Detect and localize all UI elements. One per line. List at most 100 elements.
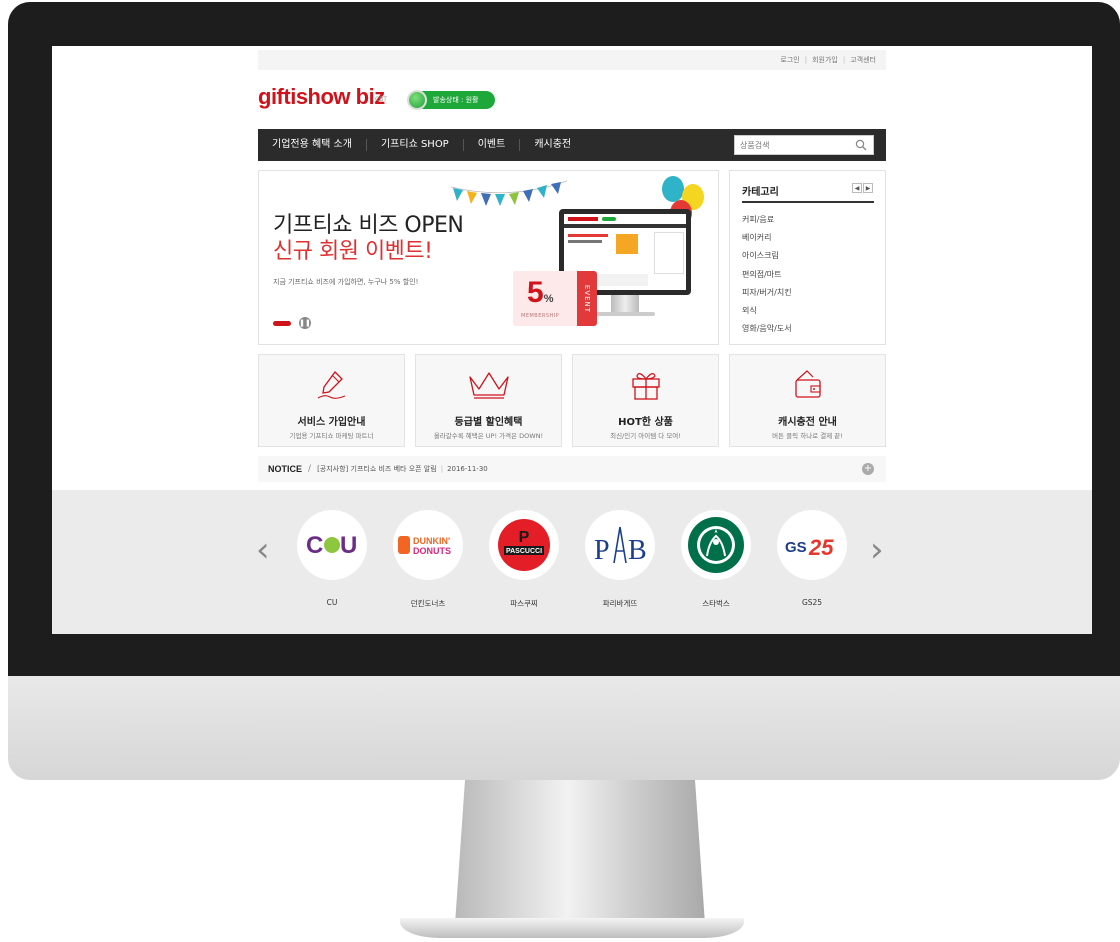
chevron-right-icon[interactable]: › xyxy=(870,530,884,570)
brand-carousel: ‹ › C U CU DUNKIN' DONUTS 던킨도너츠 P PASCUC… xyxy=(52,490,1092,634)
starbucks-logo xyxy=(681,510,751,580)
coupon-side: EVENT xyxy=(577,271,597,326)
pause-icon[interactable]: ❚❚ xyxy=(299,317,311,329)
svg-text:DONUTS: DONUTS xyxy=(413,546,451,556)
brand-gs25[interactable]: GS 25 GS25 xyxy=(772,510,852,607)
paris-baguette-logo: P B xyxy=(585,510,655,580)
service-title: 등급별 할인혜택 xyxy=(454,417,523,428)
slide-indicator[interactable] xyxy=(273,320,291,326)
delivery-status-badge: 발송상태 : 원활 xyxy=(407,90,495,110)
membership-coupon: 5% MEMBERSHIP EVENT xyxy=(513,271,597,326)
svg-text:B: B xyxy=(628,535,647,566)
screen: 로그인 | 회원가입 | 고객센터 giftishow biz CBT 발송상태… xyxy=(52,46,1092,634)
brand-label: 파리바게뜨 xyxy=(602,599,638,608)
monitor-stand xyxy=(455,780,705,924)
status-dot-icon xyxy=(407,90,427,110)
cu-logo: C U xyxy=(297,510,367,580)
chevron-left-icon[interactable]: ◀ xyxy=(852,183,862,193)
gs25-logo: GS 25 xyxy=(777,510,847,580)
search-input[interactable] xyxy=(735,139,852,151)
monitor-mockup-base xyxy=(595,312,655,316)
brand-starbucks[interactable]: 스타벅스 xyxy=(676,510,756,609)
category-pager: ◀ ▶ xyxy=(852,183,873,193)
svg-text:GS: GS xyxy=(785,539,807,556)
brand-label: GS25 xyxy=(801,598,823,607)
search-box xyxy=(734,135,874,155)
service-title: 서비스 가입안내 xyxy=(297,417,366,428)
category-item[interactable]: 피자/버거/치킨 xyxy=(742,284,792,302)
service-subtitle: 최신/인기 아이템 다 모여! xyxy=(610,432,681,440)
pascucci-logo: P PASCUCCI xyxy=(489,510,559,580)
category-panel: 카테고리 ◀ ▶ 커피/음료 베이커리 아이스크림 편의점/마트 피자/버거/치… xyxy=(729,170,886,345)
brand-label: 던킨도너츠 xyxy=(410,599,446,608)
brand-label: CU xyxy=(326,598,338,607)
monitor-chin xyxy=(8,676,1120,780)
service-hot-card[interactable]: HOT한 상품 최신/인기 아이템 다 모여! xyxy=(572,354,719,447)
category-title: 카테고리 xyxy=(742,187,779,198)
notice-link[interactable]: [공지사항] 기프티쇼 비즈 베타 오픈 알림 xyxy=(317,464,437,474)
service-title: 캐시충전 안내 xyxy=(778,417,837,428)
cbt-badge: CBT xyxy=(375,96,387,103)
notice-bar: NOTICE / [공지사항] 기프티쇼 비즈 베타 오픈 알림 | 2016-… xyxy=(258,456,886,482)
utility-bar: 로그인 | 회원가입 | 고객센터 xyxy=(258,50,886,70)
category-item[interactable]: 편의점/마트 xyxy=(742,266,792,284)
search-icon[interactable] xyxy=(855,139,867,151)
coupon-label: MEMBERSHIP xyxy=(521,313,560,319)
svg-text:PASCUCCI: PASCUCCI xyxy=(506,548,542,555)
nav-item-cash[interactable]: 캐시충전 xyxy=(520,139,585,151)
category-item[interactable]: 외식 xyxy=(742,302,792,320)
category-item[interactable]: 영화/음악/도서 xyxy=(742,320,792,338)
monitor-mockup-stand xyxy=(611,295,639,313)
plus-icon[interactable]: + xyxy=(862,463,874,475)
gift-icon xyxy=(631,373,660,400)
brand-label: 스타벅스 xyxy=(702,599,730,608)
monitor-stand-base xyxy=(400,918,744,938)
pen-icon xyxy=(317,371,345,399)
customer-center-link[interactable]: 고객센터 xyxy=(850,55,876,65)
svg-text:U: U xyxy=(340,532,357,559)
signup-link[interactable]: 회원가입 xyxy=(812,55,838,65)
category-item[interactable]: 아이스크림 xyxy=(742,247,792,265)
brand-paris-baguette[interactable]: P B 파리바게뜨 xyxy=(580,510,660,609)
coupon-unit: % xyxy=(543,293,554,305)
category-list: 커피/음료 베이커리 아이스크림 편의점/마트 피자/버거/치킨 외식 영화/음… xyxy=(742,211,792,338)
status-label: 발송상태 : 원활 xyxy=(433,96,479,104)
event-banner[interactable]: 기프티쇼 비즈 OPEN 신규 회원 이벤트! 지금 기프티쇼 비즈에 가입하면… xyxy=(258,170,719,345)
chevron-right-icon[interactable]: ▶ xyxy=(863,183,873,193)
bunting-icon xyxy=(450,180,568,206)
banner-description: 지금 기프티쇼 비즈에 가입하면, 누구나 5% 할인! xyxy=(273,278,419,286)
notice-date: 2016-11-30 xyxy=(447,465,488,473)
service-signup-card[interactable]: 서비스 가입안내 기업용 기프티쇼 마케팅 파트너 xyxy=(258,354,405,447)
login-link[interactable]: 로그인 xyxy=(780,55,799,65)
notice-label: NOTICE xyxy=(268,464,303,474)
main-nav: 기업전용 혜택 소개 기프티쇼 SHOP 이벤트 캐시충전 xyxy=(258,129,886,161)
crown-icon xyxy=(468,372,509,399)
service-subtitle: 버튼 클릭 하나로 결제 끝! xyxy=(772,432,843,440)
nav-item-benefits[interactable]: 기업전용 혜택 소개 xyxy=(258,139,367,151)
nav-item-event[interactable]: 이벤트 xyxy=(464,139,521,151)
svg-text:P: P xyxy=(594,535,610,566)
banner-controls: ❚❚ xyxy=(273,317,311,329)
svg-text:C: C xyxy=(306,532,323,559)
brand-pascucci[interactable]: P PASCUCCI 파스쿠찌 xyxy=(484,510,564,609)
svg-text:25: 25 xyxy=(808,535,834,560)
svg-text:P: P xyxy=(519,529,530,546)
service-subtitle: 올라갈수록 혜택은 UP! 가격은 DOWN! xyxy=(433,432,544,440)
brand-label: 파스쿠찌 xyxy=(510,599,538,608)
brand-cu[interactable]: C U CU xyxy=(292,510,372,607)
banner-subtitle: 신규 회원 이벤트! xyxy=(273,239,433,264)
dunkin-logo: DUNKIN' DONUTS xyxy=(393,510,463,580)
nav-item-shop[interactable]: 기프티쇼 SHOP xyxy=(367,139,464,151)
service-cash-card[interactable]: 캐시충전 안내 버튼 클릭 하나로 결제 끝! xyxy=(729,354,886,447)
category-item[interactable]: 베이커리 xyxy=(742,229,792,247)
svg-text:DUNKIN': DUNKIN' xyxy=(413,536,450,546)
service-subtitle: 기업용 기프티쇼 마케팅 파트너 xyxy=(289,432,374,440)
service-title: HOT한 상품 xyxy=(618,417,673,428)
wallet-icon xyxy=(794,370,821,398)
chevron-left-icon[interactable]: ‹ xyxy=(256,530,270,570)
brand-dunkin[interactable]: DUNKIN' DONUTS 던킨도너츠 xyxy=(388,510,468,609)
site-logo[interactable]: giftishow biz xyxy=(258,84,385,110)
notice-slash-icon: / xyxy=(308,464,312,474)
service-discount-card[interactable]: 등급별 할인혜택 올라갈수록 혜택은 UP! 가격은 DOWN! xyxy=(415,354,562,447)
category-item[interactable]: 커피/음료 xyxy=(742,211,792,229)
